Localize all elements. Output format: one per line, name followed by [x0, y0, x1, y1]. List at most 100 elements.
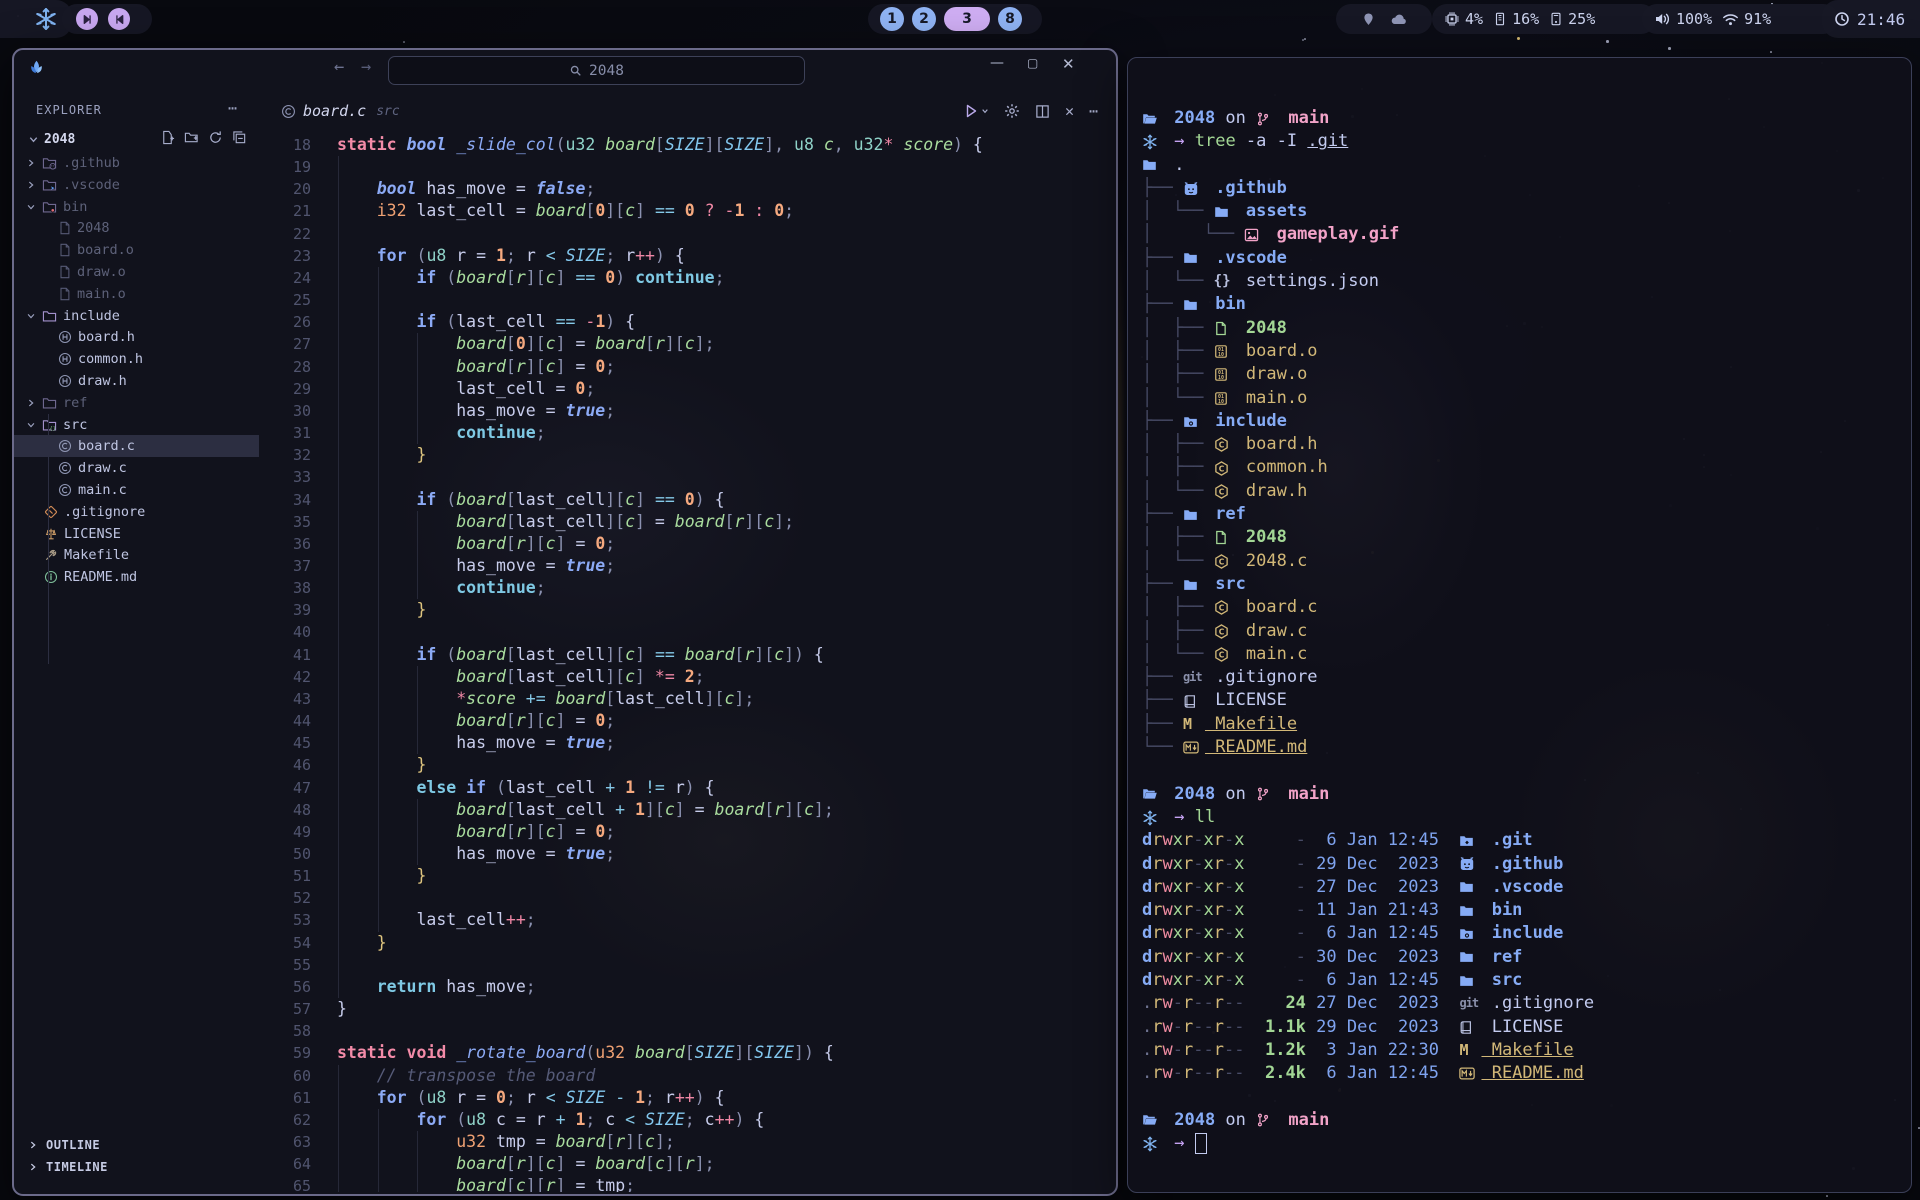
app-logo-icon[interactable]: [28, 59, 45, 77]
clock[interactable]: 21:46: [1822, 0, 1920, 38]
run-button[interactable]: [963, 103, 989, 119]
workspace-button-3[interactable]: 3: [944, 7, 990, 31]
sidebar-item-common-h[interactable]: common.h: [14, 348, 259, 370]
code-line-29: 29 last_cell = 0;: [259, 378, 1116, 400]
disk-indicator[interactable]: 25%: [1549, 10, 1595, 28]
nav-forward-button[interactable]: →: [361, 57, 371, 77]
ram-indicator[interactable]: 16%: [1493, 10, 1539, 28]
permission-bits: .rw-r--r--: [1142, 1062, 1245, 1085]
sidebar-item-bin[interactable]: bin: [14, 196, 259, 218]
sidebar-item-main-o[interactable]: main.o: [14, 283, 259, 305]
tray-pin-icon[interactable]: [1361, 12, 1376, 27]
cpu-indicator[interactable]: 4%: [1444, 10, 1483, 28]
code-line-53: 53 last_cell++;: [259, 909, 1116, 931]
sidebar-item-label: main.c: [78, 482, 127, 498]
system-tray: [1336, 4, 1432, 34]
terminal-content[interactable]: 2048 on main → tree -a -I .git .├── .git…: [1142, 107, 1902, 1155]
outline-panel-header[interactable]: OUTLINE: [28, 1138, 100, 1152]
sidebar-item-readme-md[interactable]: README.md: [14, 566, 259, 588]
terminal-line: .rw-r--r-- 2.4k 6 Jan 12:45 README.md: [1142, 1062, 1902, 1085]
snowflake-icon: [1142, 810, 1164, 826]
editor-titlebar[interactable]: ← → 2048 — ▢ ✕: [14, 50, 1116, 88]
next-track-button[interactable]: [108, 8, 130, 30]
settings-gear-icon[interactable]: [1004, 103, 1020, 119]
sidebar-item-ref[interactable]: ref: [14, 392, 259, 414]
sidebar-item-label: board.c: [78, 438, 135, 454]
workspace-button-2[interactable]: 2: [912, 7, 936, 31]
line-number: 43: [259, 688, 330, 710]
c-file-icon: [281, 104, 296, 119]
nixos-snowflake-icon[interactable]: [34, 7, 58, 31]
sidebar-item-include[interactable]: include: [14, 305, 259, 327]
sidebar-item--github[interactable]: .github: [14, 152, 259, 174]
workspace-button-1[interactable]: 1: [880, 7, 904, 31]
folder-icon: [1183, 250, 1205, 266]
svg-text:C: C: [1218, 650, 1224, 659]
sidebar-item-2048[interactable]: 2048: [14, 217, 259, 239]
line-number: 56: [259, 976, 330, 998]
minimize-button[interactable]: —: [990, 55, 1004, 71]
explorer-more-icon[interactable]: ⋯: [228, 99, 237, 117]
code-line-51: 51 }: [259, 865, 1116, 887]
terminal-line: │ └── C 2048.c: [1142, 550, 1902, 573]
h-icon: [58, 374, 72, 388]
h-icon: [58, 330, 72, 344]
close-button[interactable]: ✕: [1062, 55, 1075, 73]
line-number: 25: [259, 289, 330, 311]
split-editor-icon[interactable]: [1035, 104, 1050, 119]
tray-cloud-icon[interactable]: [1390, 12, 1408, 27]
code-line-27: 27 board[0][c] = board[r][c];: [259, 333, 1116, 355]
sidebar-item-board-h[interactable]: board.h: [14, 326, 259, 348]
code-line-28: 28 board[r][c] = 0;: [259, 356, 1116, 378]
permission-bits: drwxr-xr-x: [1142, 829, 1245, 852]
line-number: 61: [259, 1087, 330, 1109]
wifi-indicator[interactable]: 91%: [1722, 10, 1771, 28]
sidebar-item--gitignore[interactable]: .gitignore: [14, 501, 259, 523]
collapse-all-button[interactable]: [232, 130, 247, 145]
sidebar-item-label: 2048: [77, 220, 110, 236]
sidebar-item-label: Makefile: [64, 547, 129, 563]
sidebar-item-main-c[interactable]: main.c: [14, 479, 259, 501]
code-line-55: 55: [259, 954, 1116, 976]
sidebar-item-makefile[interactable]: Makefile: [14, 544, 259, 566]
chex-icon: C: [1214, 600, 1236, 615]
workspace-button-8[interactable]: 8: [998, 7, 1022, 31]
sidebar-item-board-c[interactable]: board.c: [14, 435, 259, 457]
new-file-button[interactable]: [160, 130, 175, 145]
project-root-label: 2048: [44, 132, 75, 147]
code-line-52: 52: [259, 887, 1116, 909]
permission-bits: .rw-r--r--: [1142, 1039, 1245, 1062]
sidebar-item-src[interactable]: {}src: [14, 414, 259, 436]
folder-open-icon: [1142, 111, 1164, 127]
sidebar-item-license[interactable]: LICENSE: [14, 523, 259, 545]
code-area[interactable]: 18static bool _slide_col(u32 board[SIZE]…: [259, 134, 1116, 1192]
status-bar: 1238 4% 16% 25% 100% 91% 21:46: [0, 0, 1920, 38]
sidebar-item--vscode[interactable]: .vscode: [14, 174, 259, 196]
code-line-64: 64 board[r][c] = board[c][r];: [259, 1153, 1116, 1175]
previous-track-button[interactable]: [76, 8, 98, 30]
more-actions-icon[interactable]: ⋯: [1089, 102, 1098, 120]
new-folder-button[interactable]: [184, 130, 199, 145]
timeline-panel-header[interactable]: TIMELINE: [28, 1160, 108, 1174]
command-search-box[interactable]: 2048: [388, 56, 805, 85]
folder-gear-icon: [1459, 926, 1481, 942]
sidebar-item-draw-c[interactable]: draw.c: [14, 457, 259, 479]
sidebar-item-draw-h[interactable]: draw.h: [14, 370, 259, 392]
terminal-line: └── README.md: [1142, 736, 1902, 759]
code-line-25: 25: [259, 289, 1116, 311]
close-editor-icon[interactable]: ✕: [1065, 102, 1074, 120]
code-line-57: 57}: [259, 998, 1116, 1020]
nav-back-button[interactable]: ←: [334, 57, 344, 77]
maximize-button[interactable]: ▢: [1027, 56, 1038, 70]
terminal-line: drwxr-xr-x - 11 Jan 21:43 bin: [1142, 899, 1902, 922]
sidebar-item-draw-o[interactable]: draw.o: [14, 261, 259, 283]
folder-git-icon: [1459, 833, 1481, 849]
tab-board-c[interactable]: board.c src: [281, 102, 400, 120]
volume-indicator[interactable]: 100%: [1654, 10, 1712, 28]
code-line-24: 24 if (board[r][c] == 0) continue;: [259, 267, 1116, 289]
code-line-48: 48 board[last_cell + 1][c] = board[r][c]…: [259, 799, 1116, 821]
terminal-line: │ ├── C draw.c: [1142, 620, 1902, 643]
sidebar-item-board-o[interactable]: board.o: [14, 239, 259, 261]
refresh-button[interactable]: [208, 130, 223, 145]
file-icon: [58, 287, 71, 301]
